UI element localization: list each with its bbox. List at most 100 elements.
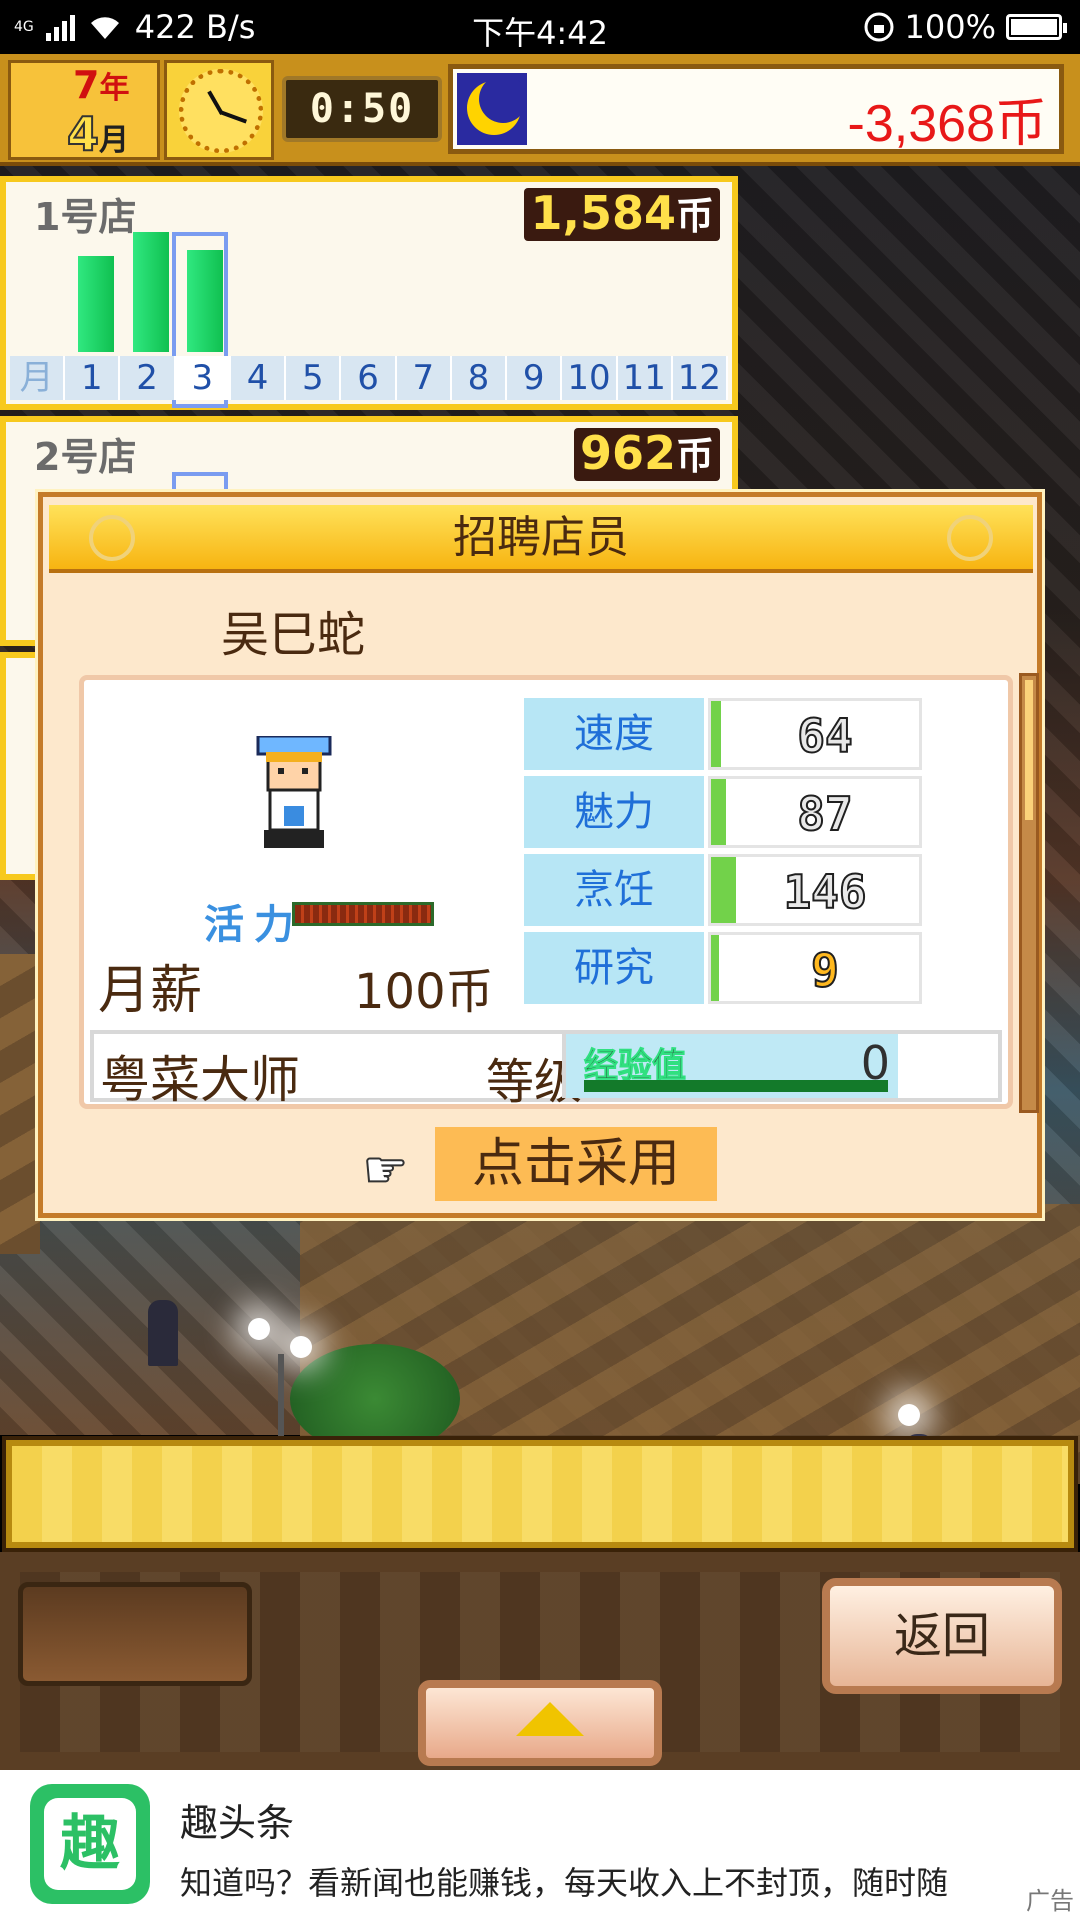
month-tick-2[interactable]: 2 xyxy=(120,356,176,400)
chef-sprite xyxy=(256,736,332,848)
stat-label: 研究 xyxy=(524,932,704,1004)
clock-icon xyxy=(179,69,263,153)
sales-bar-month-2 xyxy=(132,232,169,352)
month-tick-6[interactable]: 6 xyxy=(341,356,397,400)
money-bar: -3,368币 xyxy=(448,64,1064,154)
stat-label: 魅力 xyxy=(524,776,704,848)
store-coins-value: 962 xyxy=(579,426,676,480)
adopt-button-label[interactable]: 点击采用 xyxy=(435,1127,717,1201)
stat-value: 9 xyxy=(810,942,840,998)
expand-up-button[interactable] xyxy=(418,1680,662,1766)
ad-text[interactable]: 知道吗？看新闻也能赚钱，每天收入上不封顶，随时随 xyxy=(180,1858,1040,1904)
street-lamp-light-2 xyxy=(290,1336,312,1358)
month-axis-label: 月 xyxy=(10,356,66,400)
moon-icon xyxy=(457,73,527,145)
rotation-lock-icon xyxy=(864,12,894,42)
salary-label: 月薪 xyxy=(98,961,203,1021)
app-icon[interactable]: 趣 xyxy=(30,1784,150,1904)
month-unit: 月 xyxy=(99,123,130,158)
status-bar: 4G 422 B/s 下午4:42 100% xyxy=(0,0,1080,54)
staff-name: 吴巳蛇 xyxy=(221,607,366,663)
month-tick-12[interactable]: 12 xyxy=(673,356,729,400)
stat-fill xyxy=(711,701,721,767)
month-tick-3[interactable]: 3 xyxy=(175,356,231,400)
stat-research: 研究 9 xyxy=(524,932,926,1004)
street-lamp-light xyxy=(248,1318,270,1340)
stat-value: 87 xyxy=(796,786,853,842)
up-arrow-icon xyxy=(516,1702,584,1736)
month-tick-5[interactable]: 5 xyxy=(286,356,342,400)
ad-tag: 广告 xyxy=(1026,1887,1074,1915)
message-bar xyxy=(6,1440,1074,1548)
money-value: -3,368币 xyxy=(847,95,1047,153)
stat-cooking: 烹饪 146 xyxy=(524,854,926,926)
month-tick-1[interactable]: 1 xyxy=(65,356,121,400)
battery-percent: 100% xyxy=(904,8,996,46)
dialog-title: 招聘店员 xyxy=(453,512,629,563)
month-tick-7[interactable]: 7 xyxy=(397,356,452,400)
store-coins-value: 1,584 xyxy=(530,186,676,240)
year-number: 7 xyxy=(73,63,100,107)
pointing-hand-icon: ☛ xyxy=(362,1140,409,1200)
staff-card: 活力 月薪 100币 速度 64 魅力 87 烹饪 146 研究 9 粤菜大师 … xyxy=(79,675,1013,1110)
stat-label: 速度 xyxy=(524,698,704,770)
stat-charm: 魅力 87 xyxy=(524,776,926,848)
rank-row: 粤菜大师 等级 1 经验值 0 xyxy=(90,1030,1002,1110)
scrollbar[interactable] xyxy=(1019,673,1039,1113)
exp-bar xyxy=(584,1080,888,1092)
store-panel-1[interactable]: 1号店 1,584币 月 1 2 3 4 5 6 7 8 9 10 11 12 xyxy=(0,176,738,410)
customer-sprite xyxy=(148,1300,178,1366)
ad-title[interactable]: 趣头条 xyxy=(180,1792,294,1847)
month-tick-9[interactable]: 9 xyxy=(507,356,563,400)
salary-value: 100币 xyxy=(354,964,494,1020)
stat-label: 烹饪 xyxy=(524,854,704,926)
swirl-ornament-icon xyxy=(947,515,993,561)
game-timer: 0:50 xyxy=(282,76,442,142)
month-tick-4[interactable]: 4 xyxy=(231,356,287,400)
exp-box: 经验值 0 xyxy=(562,1034,898,1098)
back-button[interactable]: 返回 xyxy=(822,1578,1062,1694)
recruit-dialog: 招聘店员 吴巳蛇 活力 月薪 100币 速度 64 魅力 87 烹饪 146 研… xyxy=(38,492,1042,1218)
scroll-thumb[interactable] xyxy=(1025,680,1033,820)
dialog-title-bar: 招聘店员 xyxy=(49,505,1033,573)
month-axis: 月 1 2 3 4 5 6 7 8 9 10 11 12 xyxy=(10,356,729,400)
stat-speed: 速度 64 xyxy=(524,698,926,770)
vigor-bar xyxy=(292,902,434,926)
month-display: 4月 xyxy=(66,106,130,162)
blank-slot-button[interactable] xyxy=(18,1582,252,1686)
adopt-button[interactable]: ☛ 点击采用 xyxy=(362,1127,717,1201)
tree-sprite xyxy=(290,1344,460,1454)
month-tick-11[interactable]: 11 xyxy=(618,356,673,400)
vigor-label: 活力 xyxy=(204,902,304,948)
year-display: 7年 xyxy=(73,63,129,107)
bottom-controls: 返回 xyxy=(0,1552,1080,1770)
stat-fill xyxy=(711,779,726,845)
clock-panel xyxy=(164,60,274,160)
stat-fill xyxy=(711,935,719,1001)
street-lamp-light-3 xyxy=(898,1404,920,1426)
store-coins: 962币 xyxy=(573,426,720,481)
stat-gauge: 87 xyxy=(708,776,922,848)
rank-name: 粤菜大师 xyxy=(100,1051,300,1109)
store-coins-unit: 币 xyxy=(675,434,714,478)
stat-gauge: 9 xyxy=(708,932,922,1004)
month-number: 4 xyxy=(66,106,100,162)
sales-bar-month-1 xyxy=(78,256,114,352)
store-name: 2号店 xyxy=(34,435,137,479)
month-tick-10[interactable]: 10 xyxy=(562,356,618,400)
date-panel: 7年 4月 xyxy=(8,60,160,162)
app-icon-glyph: 趣 xyxy=(44,1798,136,1890)
ad-banner[interactable]: 趣 趣头条 知道吗？看新闻也能赚钱，每天收入上不封顶，随时随 广告 xyxy=(0,1770,1080,1920)
battery-icon xyxy=(1006,14,1067,40)
status-right: 100% xyxy=(863,8,1067,46)
store-name: 1号店 xyxy=(34,195,137,239)
month-tick-8[interactable]: 8 xyxy=(452,356,508,400)
stat-value: 146 xyxy=(782,864,867,920)
stat-gauge: 146 xyxy=(708,854,922,926)
stat-value: 64 xyxy=(796,708,853,764)
top-hud: 7年 4月 0:50 -3,368币 xyxy=(0,54,1080,166)
swirl-ornament-icon xyxy=(89,515,135,561)
store-coins: 1,584币 xyxy=(524,188,720,241)
stat-gauge: 64 xyxy=(708,698,922,770)
restaurant-floor-left xyxy=(0,954,40,1254)
